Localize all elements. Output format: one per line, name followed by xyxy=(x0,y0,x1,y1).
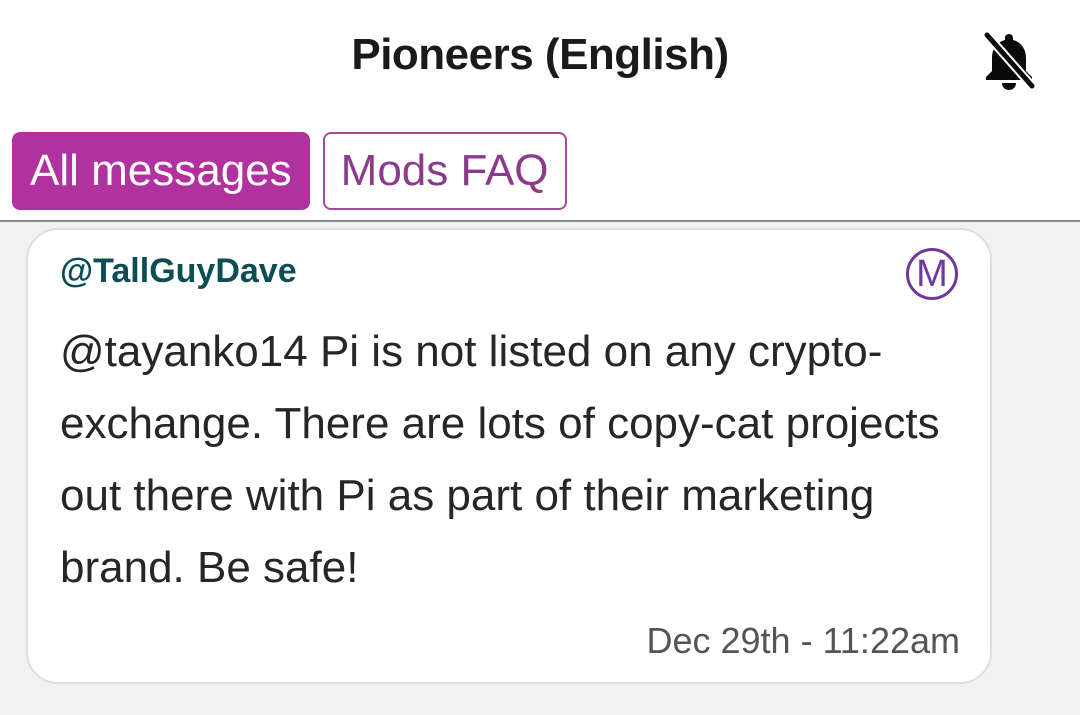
message-timestamp: Dec 29th - 11:22am xyxy=(646,620,960,661)
message-card: @TallGuyDave M @tayanko14 Pi is not list… xyxy=(26,228,992,684)
tab-bar: All messages Mods FAQ xyxy=(12,132,567,210)
page-title: Pioneers (English) xyxy=(351,30,729,79)
bell-off-icon[interactable] xyxy=(980,30,1038,92)
message-author[interactable]: @TallGuyDave xyxy=(60,252,297,291)
tab-mods-faq[interactable]: Mods FAQ xyxy=(322,132,567,210)
moderator-badge-icon: M xyxy=(906,248,958,300)
tab-all-messages[interactable]: All messages xyxy=(12,132,310,210)
message-text: @tayanko14 Pi is not listed on any crypt… xyxy=(60,327,940,592)
header-bar: Pioneers (English) All messages Mods FAQ xyxy=(0,0,1080,222)
